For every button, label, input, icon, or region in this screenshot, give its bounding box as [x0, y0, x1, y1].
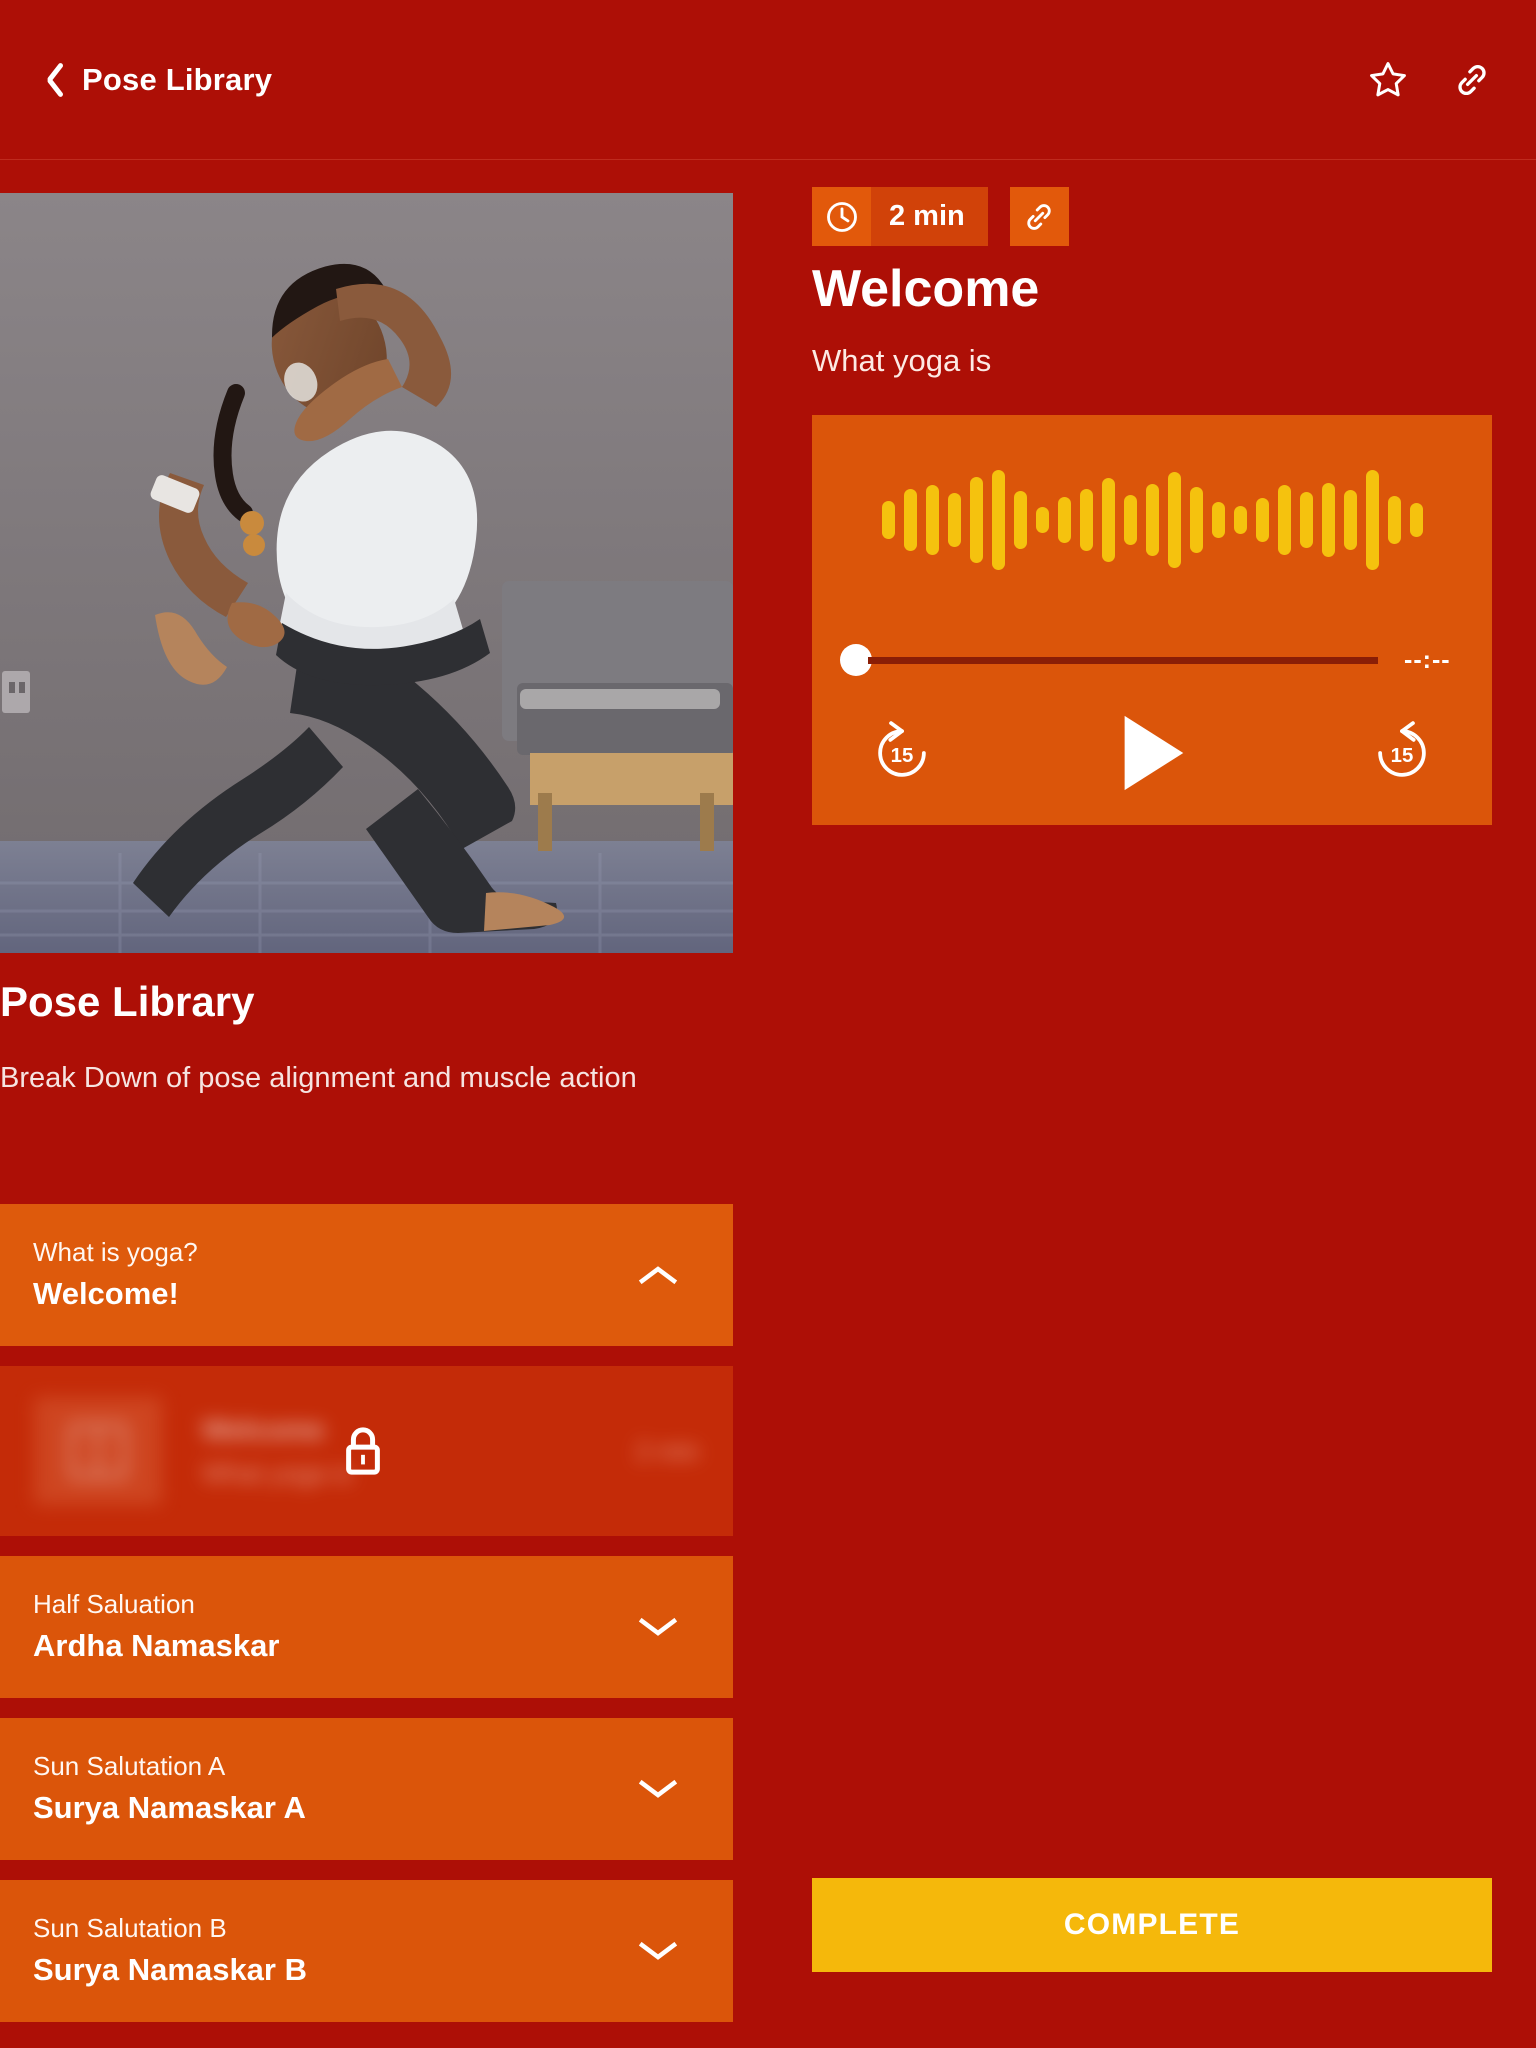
waveform-bar — [1167, 472, 1181, 568]
top-app-bar: Pose Library — [0, 0, 1536, 160]
accordion-texts: Half Saluation Ardha Namaskar — [0, 1587, 279, 1667]
copy-link-button[interactable] — [1009, 187, 1069, 246]
locked-row-subtitle: What yoga is — [202, 1457, 353, 1488]
waveform-bar — [925, 485, 939, 555]
favorite-button[interactable] — [1364, 56, 1412, 104]
detail-badges: 2 min — [812, 187, 1069, 246]
accordion-title: Surya Namaskar B — [33, 1952, 307, 1988]
waveform-bar — [1321, 483, 1335, 557]
forward-15-icon: 15 — [1378, 721, 1426, 777]
accordion-title: Surya Namaskar A — [33, 1790, 306, 1826]
detail-title: Welcome — [812, 260, 1040, 318]
playback-progress: --:-- — [812, 640, 1492, 680]
waveform-bar — [1277, 485, 1291, 555]
svg-text:15: 15 — [1391, 745, 1414, 767]
locked-row-duration: 2 min — [635, 1435, 699, 1466]
waveform-bar — [1123, 495, 1137, 545]
waveform-bar — [1233, 506, 1247, 534]
audio-waveform — [812, 465, 1492, 575]
share-link-button[interactable] — [1448, 56, 1496, 104]
star-outline-icon — [1370, 61, 1406, 96]
svg-text:15: 15 — [891, 745, 914, 767]
waveform-bar — [1255, 498, 1269, 542]
clock-icon — [812, 187, 871, 246]
back-button[interactable]: Pose Library — [34, 59, 272, 101]
yoga-pose-illustration — [0, 193, 733, 953]
accordion-texts: Sun Salutation B Surya Namaskar B — [0, 1911, 307, 1991]
top-bar-actions — [1364, 56, 1496, 104]
waveform-bar — [1409, 503, 1423, 537]
lock-icon — [346, 1427, 380, 1475]
waveform-bar — [881, 501, 895, 539]
waveform-bar — [903, 489, 917, 551]
waveform-bar — [1057, 497, 1071, 543]
lesson-accordion: What is yoga? Welcome! Welcome What yoga… — [0, 1204, 733, 2042]
chevron-up-icon — [638, 1266, 678, 1285]
lesson-description: Break Down of pose alignment and muscle … — [0, 1062, 637, 1094]
playback-controls: 15 15 — [812, 707, 1492, 799]
waveform-bar — [1145, 484, 1159, 556]
book-icon — [34, 1397, 162, 1505]
waveform-bar — [991, 470, 1005, 570]
duration-badge: 2 min — [812, 187, 988, 246]
time-remaining-label: --:-- — [1404, 645, 1451, 674]
play-button[interactable] — [1111, 710, 1193, 796]
app-root: Pose Library Pose Library Break Down of … — [0, 0, 1536, 2048]
chevron-down-icon — [638, 1617, 678, 1636]
accordion-texts: What is yoga? Welcome! — [0, 1235, 198, 1315]
waveform-bar — [1387, 496, 1401, 544]
detail-subtitle: What yoga is — [812, 343, 992, 378]
duration-badge-label: 2 min — [871, 187, 988, 246]
waveform-bar — [1035, 507, 1049, 533]
waveform-bar — [1189, 487, 1203, 553]
rewind-15-button[interactable]: 15 — [867, 718, 937, 788]
detail-panel: 2 min Welcome What yoga is --:-- 15 15 C… — [812, 160, 1536, 2048]
waveform-bar — [1079, 489, 1093, 551]
accordion-subtitle: Sun Salutation B — [33, 1913, 227, 1944]
chevron-down-icon — [638, 1779, 678, 1798]
waveform-bar — [1365, 470, 1379, 570]
chevron-down-icon — [638, 1941, 678, 1960]
waveform-bar — [947, 493, 961, 547]
chevron-left-icon — [34, 59, 60, 101]
locked-lesson-row[interactable]: Welcome What yoga is 2 min — [0, 1366, 733, 1536]
play-icon — [1124, 715, 1184, 791]
accordion-subtitle: What is yoga? — [33, 1237, 198, 1268]
complete-button[interactable]: COMPLETE — [812, 1878, 1492, 1972]
lesson-title: Pose Library — [0, 978, 255, 1025]
hero-image — [0, 193, 733, 953]
accordion-title: Ardha Namaskar — [33, 1628, 280, 1664]
content-area: Pose Library Break Down of pose alignmen… — [0, 160, 1536, 2048]
accordion-subtitle: Sun Salutation A — [33, 1751, 226, 1782]
waveform-bar — [1211, 502, 1225, 538]
accordion-item-welcome[interactable]: What is yoga? Welcome! — [0, 1204, 733, 1346]
waveform-bar — [1343, 490, 1357, 550]
waveform-bar — [1101, 478, 1115, 562]
locked-row-texts: Welcome What yoga is — [202, 1414, 352, 1489]
accordion-item-surya-namaskar-b[interactable]: Sun Salutation B Surya Namaskar B — [0, 1880, 733, 2022]
accordion-item-ardha-namaskar[interactable]: Half Saluation Ardha Namaskar — [0, 1556, 733, 1698]
accordion-title: Welcome! — [33, 1276, 179, 1312]
waveform-bar — [1299, 492, 1313, 548]
progress-track[interactable] — [868, 656, 1378, 664]
forward-15-button[interactable]: 15 — [1367, 718, 1437, 788]
link-icon — [1458, 64, 1486, 95]
locked-row-title: Welcome — [202, 1413, 325, 1445]
rewind-15-icon: 15 — [878, 721, 926, 777]
waveform-bar — [969, 477, 983, 563]
lesson-panel: Pose Library Break Down of pose alignmen… — [0, 160, 733, 2048]
waveform-bar — [1013, 491, 1027, 549]
page-title: Pose Library — [82, 61, 273, 97]
accordion-subtitle: Half Saluation — [33, 1589, 195, 1620]
accordion-texts: Sun Salutation A Surya Namaskar A — [0, 1749, 306, 1829]
audio-player: --:-- 15 15 — [812, 415, 1492, 825]
accordion-item-surya-namaskar-a[interactable]: Sun Salutation A Surya Namaskar A — [0, 1718, 733, 1860]
link-icon — [1027, 203, 1051, 230]
